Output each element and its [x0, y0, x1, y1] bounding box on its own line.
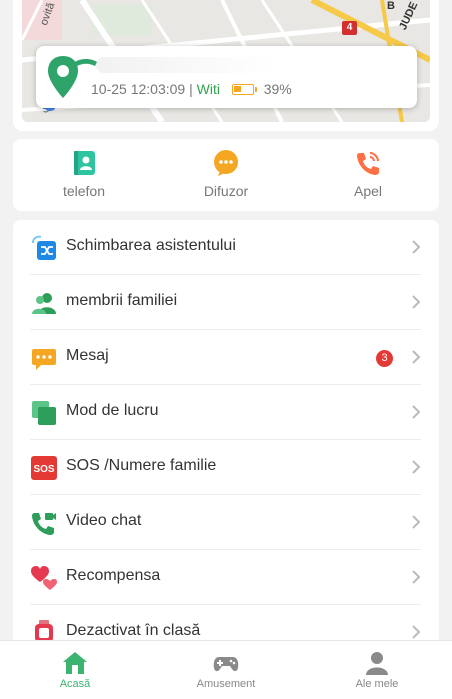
nav-tab-label: Acasă: [59, 678, 91, 690]
home-icon: [63, 652, 87, 674]
device-status-line: 10-25 12:03:09 | Witi 39%: [91, 81, 292, 97]
quick-action-label: Apel: [353, 183, 383, 199]
nav-tab-label: Amusement: [196, 678, 256, 690]
menu-item-video-chat[interactable]: Video chat: [30, 495, 421, 550]
separator: |: [189, 81, 193, 97]
chevron-right-icon: [412, 405, 421, 419]
family-members-icon: [32, 293, 56, 314]
switch-device-icon: [32, 235, 56, 260]
menu-item-switch-assistant[interactable]: Schimbarea asistentului: [30, 220, 421, 275]
menu-item-message[interactable]: Mesaj 3: [30, 330, 421, 385]
gamepad-icon: [213, 657, 239, 672]
bottom-navigation: Acasă Amusement Ale mele: [0, 640, 452, 699]
chevron-right-icon: [412, 515, 421, 529]
speaker-chat-icon: [214, 150, 238, 176]
quick-action-label: Difuzor: [203, 183, 249, 199]
menu-item-label: SOS /Numere familie: [66, 457, 217, 474]
nav-tab-home[interactable]: Acasă: [0, 641, 150, 699]
nav-tab-label: Ale mele: [355, 678, 399, 690]
chevron-right-icon: [412, 570, 421, 584]
device-name-redacted: [96, 57, 276, 73]
menu-item-label: Schimbarea asistentului: [66, 237, 236, 254]
menu-item-label: Recompensa: [66, 567, 161, 584]
quick-action-call[interactable]: Apel: [297, 139, 439, 211]
sos-icon: SOS: [31, 456, 57, 480]
menu-item-label: Mesaj: [66, 347, 109, 364]
quick-action-speaker[interactable]: Difuzor: [155, 139, 297, 211]
nav-tab-profile[interactable]: Ale mele: [302, 641, 452, 699]
sos-icon-text: SOS: [33, 464, 54, 475]
device-time: 10-25 12:03:09: [91, 81, 186, 97]
hearts-icon: [31, 566, 57, 590]
menu-item-label: membrii familiei: [66, 292, 178, 309]
menu-item-label: Dezactivat în clasă: [66, 622, 201, 639]
quick-action-phonebook[interactable]: telefon: [13, 139, 155, 211]
battery-percent: 39%: [263, 81, 292, 97]
menu-item-sos[interactable]: SOS SOS /Numere familie: [30, 440, 421, 495]
phone-call-icon: [357, 152, 379, 175]
chevron-right-icon: [412, 350, 421, 364]
contact-book-icon: [74, 151, 95, 175]
menu-item-reward[interactable]: Recompensa: [30, 550, 421, 605]
chevron-right-icon: [412, 240, 421, 254]
video-call-icon: [32, 513, 56, 535]
quick-action-label: telefon: [62, 183, 106, 199]
route-number-badge: 4: [342, 21, 357, 35]
work-mode-icon: [32, 401, 56, 425]
map-street-label: B: [387, 0, 395, 12]
menu-item-label: Mod de lucru: [66, 402, 159, 419]
menu-item-label: Video chat: [66, 512, 142, 529]
menu-item-family-members[interactable]: membrii familiei: [30, 275, 421, 330]
unread-count-badge: 3: [376, 350, 393, 367]
quick-actions-bar: telefon Difuzor Apel: [13, 139, 439, 211]
person-icon: [366, 652, 388, 675]
battery-icon: [231, 84, 257, 95]
settings-menu: Schimbarea asistentului membrii familiei…: [13, 220, 439, 660]
chevron-right-icon: [412, 460, 421, 474]
connection-type: Witi: [196, 81, 220, 97]
nav-tab-amusement[interactable]: Amusement: [151, 641, 301, 699]
chevron-right-icon: [412, 625, 421, 639]
message-icon: [32, 349, 56, 370]
menu-item-work-mode[interactable]: Mod de lucru: [30, 385, 421, 440]
chevron-right-icon: [412, 295, 421, 309]
